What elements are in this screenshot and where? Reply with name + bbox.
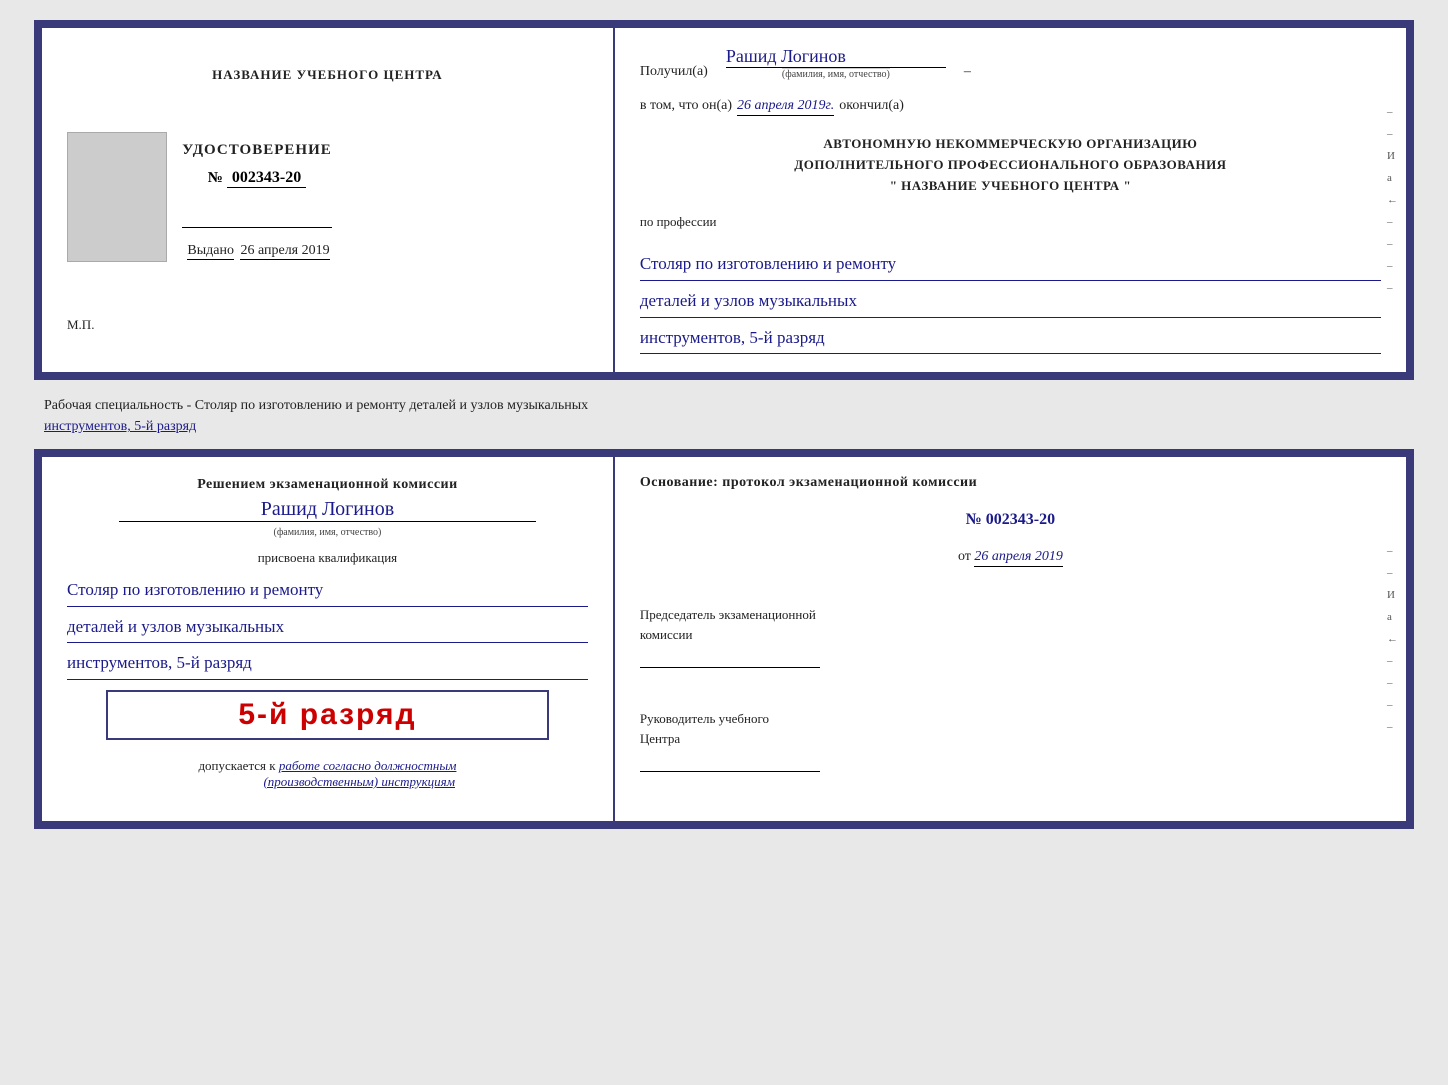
side-mark-dash6: – (1387, 282, 1398, 294)
org-line2: ДОПОЛНИТЕЛЬНОГО ПРОФЕССИОНАЛЬНОГО ОБРАЗО… (640, 155, 1381, 176)
vydano-date: 26 апреля 2019 (240, 243, 329, 260)
specialty-text: Рабочая специальность - Столяр по изгото… (44, 398, 588, 413)
fio-hint-top: (фамилия, имя, отчество) (782, 68, 890, 80)
recipient-name-top: Рашид Логинов (726, 46, 946, 68)
specialty-text2: инструментов, 5-й разряд (44, 419, 196, 434)
side-mark-dash3: – (1387, 216, 1398, 228)
qualification-line2: деталей и узлов музыкальных (67, 612, 588, 644)
photo-placeholder (67, 132, 167, 262)
ot-line: от 26 апреля 2019 (640, 549, 1381, 567)
resheniem-label: Решением экзаменационной комиссии (197, 477, 457, 492)
top-certificate: НАЗВАНИЕ УЧЕБНОГО ЦЕНТРА УДОСТОВЕРЕНИЕ №… (34, 20, 1414, 380)
specialty-line: Рабочая специальность - Столяр по изгото… (44, 395, 1414, 437)
qualification-line3: инструментов, 5-й разряд (67, 648, 588, 680)
protocol-number: 002343-20 (986, 511, 1055, 528)
org-line1: АВТОНОМНУЮ НЕКОММЕРЧЕСКУЮ ОРГАНИЗАЦИЮ (640, 134, 1381, 155)
prisvoena-label: присвоена квалификация (258, 550, 397, 566)
razryad-big: 5-й разряд (122, 698, 533, 732)
vtom-date: 26 апреля 2019г. (737, 98, 834, 116)
certificate-number: 002343-20 (227, 169, 306, 188)
dopuskaetsya-val2: (производственным) инструкциям (263, 774, 455, 789)
recipient-name-bottom: Рашид Логинов (119, 498, 536, 522)
vtom-label: в том, что он(а) (640, 98, 732, 114)
side-marks-bottom: – – И а ← – – – – (1387, 545, 1398, 733)
ot-date: 26 апреля 2019 (974, 549, 1062, 567)
side-mark-dash-b1: – (1387, 545, 1398, 557)
side-mark-a-b: а (1387, 611, 1398, 623)
komissii-label: комиссии (640, 627, 693, 642)
po-professii: по профессии (640, 214, 1381, 230)
side-mark-dash1: – (1387, 106, 1398, 118)
poluchil-label: Получил(а) (640, 64, 708, 80)
side-mark-dash4: – (1387, 238, 1398, 250)
udostoverenie-block: УДОСТОВЕРЕНИЕ № 002343-20 Выдано 26 апре… (182, 142, 332, 259)
side-mark-dash2: – (1387, 128, 1398, 140)
dash-top: – (964, 64, 971, 80)
side-mark-dash-b2: – (1387, 567, 1398, 579)
side-mark-i: И (1387, 150, 1398, 162)
ot-label: от (958, 549, 971, 564)
rukovoditel-label: Руководитель учебного (640, 711, 769, 726)
top-cert-left: НАЗВАНИЕ УЧЕБНОГО ЦЕНТРА УДОСТОВЕРЕНИЕ №… (42, 28, 615, 372)
side-mark-a: а (1387, 172, 1398, 184)
rukovoditel-block: Руководитель учебного Центра (640, 709, 1381, 778)
side-mark-arrow-b: ← (1387, 633, 1398, 645)
side-mark-dash-b5: – (1387, 699, 1398, 711)
profession-line2: деталей и узлов музыкальных (640, 286, 1381, 318)
udostoverenie-label: УДОСТОВЕРЕНИЕ (182, 142, 332, 159)
vydano-label: Выдано (187, 243, 234, 260)
side-marks-top: – – И а ← – – – – (1387, 106, 1398, 294)
side-mark-i-b: И (1387, 589, 1398, 601)
qualification-block: Столяр по изготовлению и ремонту деталей… (67, 570, 588, 680)
bottom-cert-left: Решением экзаменационной комиссии Рашид … (42, 457, 615, 821)
predsedatel-label: Председатель экзаменационной (640, 607, 816, 622)
side-mark-dash5: – (1387, 260, 1398, 272)
side-mark-dash-b6: – (1387, 721, 1398, 733)
side-mark-dash-b3: – (1387, 655, 1398, 667)
rukovoditel-signature-line (640, 754, 820, 772)
org-line3: " НАЗВАНИЕ УЧЕБНОГО ЦЕНТРА " (640, 176, 1381, 197)
protocol-number-prefix: № (966, 511, 982, 528)
dopuskaetsya-label: допускается к (198, 758, 275, 773)
poluchil-line: Получил(а) Рашид Логинов (фамилия, имя, … (640, 46, 1381, 80)
bottom-certificate: Решением экзаменационной комиссии Рашид … (34, 449, 1414, 829)
top-center-title: НАЗВАНИЕ УЧЕБНОГО ЦЕНТРА (212, 67, 443, 83)
dopuskaetsya-val: работе согласно должностным (279, 758, 457, 773)
razryad-box: 5-й разряд (106, 690, 549, 740)
centra-label: Центра (640, 731, 680, 746)
org-block: АВТОНОМНУЮ НЕКОММЕРЧЕСКУЮ ОРГАНИЗАЦИЮ ДО… (640, 134, 1381, 196)
dopuskaetsya-block: допускается к работе согласно должностны… (198, 758, 456, 790)
side-mark-arrow: ← (1387, 194, 1398, 206)
number-prefix: № (208, 170, 223, 186)
osnovanie-block: Основание: протокол экзаменационной коми… (640, 475, 1381, 491)
mp-line: М.П. (67, 317, 94, 333)
profession-line1: Столяр по изготовлению и ремонту (640, 249, 1381, 281)
protocol-number-block: № 002343-20 (640, 511, 1381, 529)
side-mark-dash-b4: – (1387, 677, 1398, 689)
vtom-line: в том, что он(а) 26 апреля 2019г. окончи… (640, 98, 1381, 116)
top-cert-right: Получил(а) Рашид Логинов (фамилия, имя, … (615, 28, 1406, 372)
fio-hint-bottom: (фамилия, имя, отчество) (273, 527, 381, 538)
resheniem-block: Решением экзаменационной комиссии (197, 477, 457, 493)
okanchil-label: окончил(а) (839, 98, 904, 114)
osnovanie-label: Основание: протокол экзаменационной коми… (640, 475, 977, 490)
profession-block: Столяр по изготовлению и ремонту деталей… (640, 244, 1381, 354)
profession-line3: инструментов, 5-й разряд (640, 323, 1381, 355)
predsedatel-block: Председатель экзаменационной комиссии (640, 605, 1381, 674)
qualification-line1: Столяр по изготовлению и ремонту (67, 575, 588, 607)
vydano-line: Выдано 26 апреля 2019 (182, 243, 332, 259)
predsedatel-signature-line (640, 650, 820, 668)
bottom-cert-right: Основание: протокол экзаменационной коми… (615, 457, 1406, 821)
document-wrapper: НАЗВАНИЕ УЧЕБНОГО ЦЕНТРА УДОСТОВЕРЕНИЕ №… (34, 20, 1414, 829)
